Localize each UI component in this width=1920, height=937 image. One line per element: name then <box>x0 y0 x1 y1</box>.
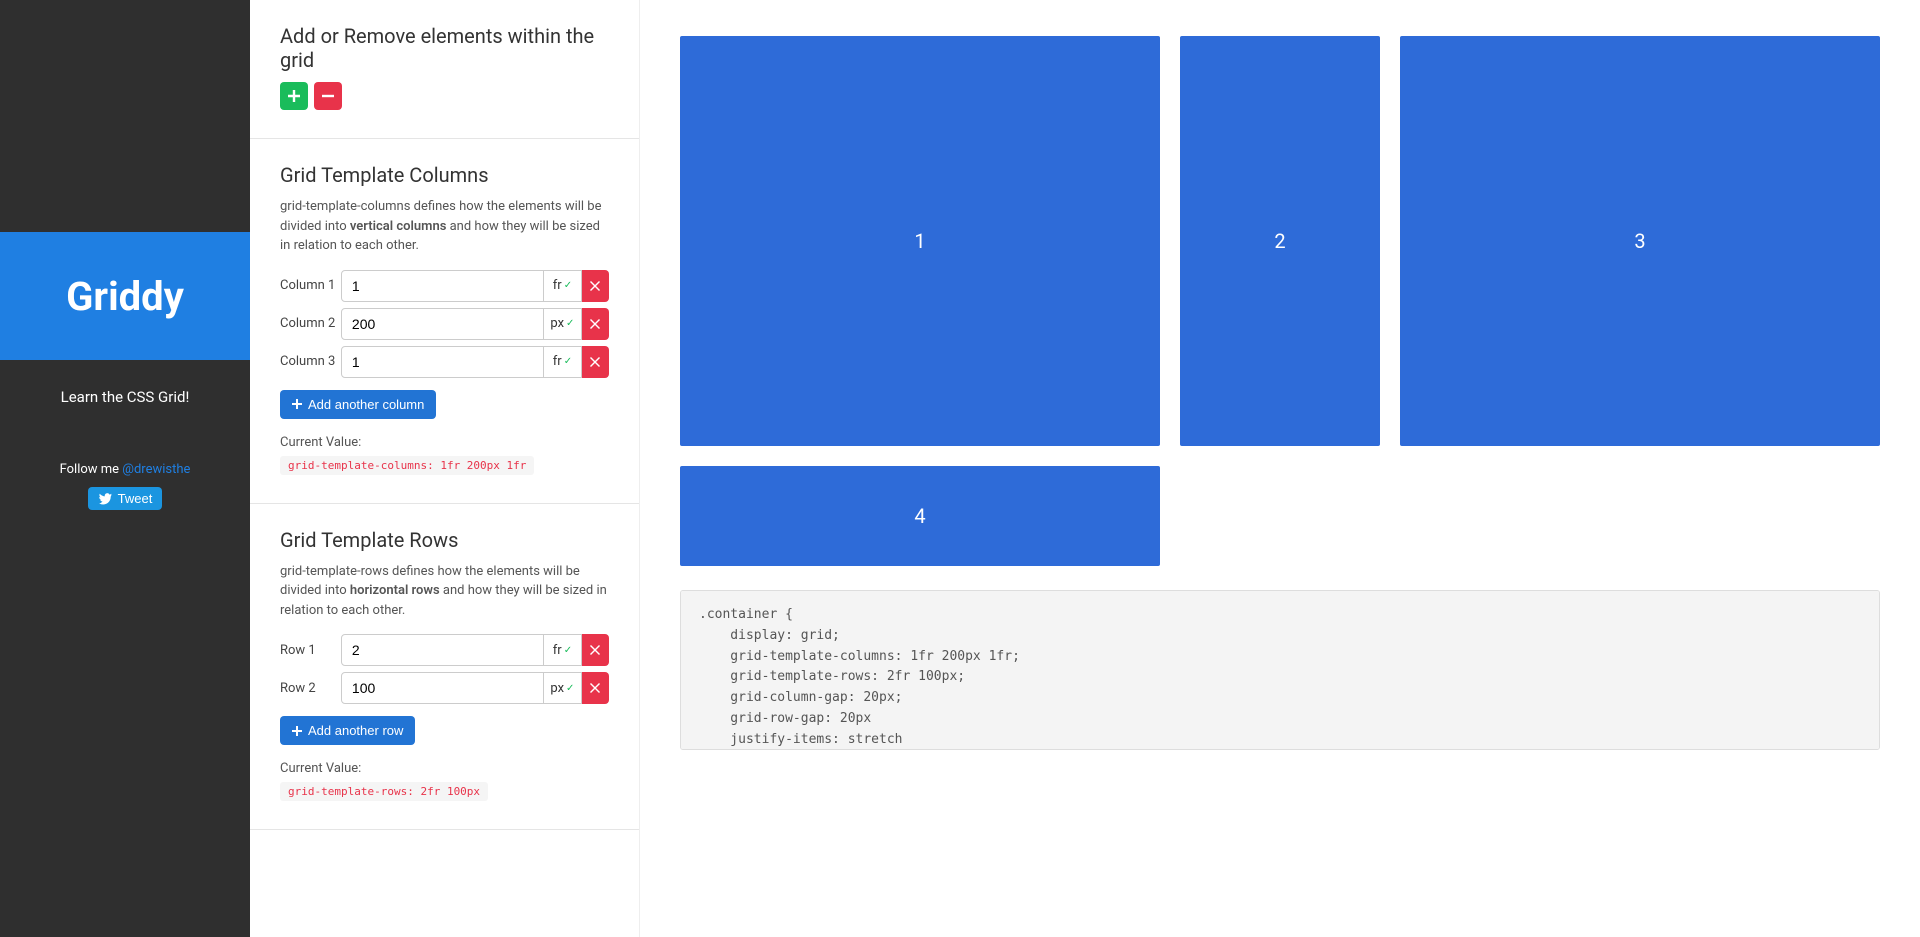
row-value-input[interactable] <box>341 634 544 666</box>
add-row-button[interactable]: Add another row <box>280 716 415 745</box>
x-icon <box>590 683 600 693</box>
column-unit-select[interactable]: fr✓ <box>544 270 582 302</box>
columns-current-code: grid-template-columns: 1fr 200px 1fr <box>280 456 534 475</box>
row-label: Row 2 <box>280 681 341 696</box>
rows-current-label: Current Value: <box>280 761 609 776</box>
column-unit-select[interactable]: px✓ <box>544 308 582 340</box>
columns-current-label: Current Value: <box>280 435 609 450</box>
controls-panel[interactable]: Add or Remove elements within the grid G… <box>250 0 640 937</box>
plus-icon <box>288 90 300 102</box>
column-label: Column 3 <box>280 354 341 369</box>
delete-row-button[interactable] <box>582 634 609 666</box>
grid-cell: 2 <box>1180 36 1380 446</box>
code-output[interactable]: .container { display: grid; grid-templat… <box>680 590 1880 750</box>
tweet-button[interactable]: Tweet <box>88 487 163 510</box>
unit-text: px <box>550 681 564 696</box>
columns-heading: Grid Template Columns <box>280 163 609 187</box>
row-unit-select[interactable]: fr✓ <box>544 634 582 666</box>
columns-section: Grid Template Columns grid-template-colu… <box>250 139 639 504</box>
column-value-input[interactable] <box>341 308 544 340</box>
rows-section: Grid Template Rows grid-template-rows de… <box>250 504 639 831</box>
column-row: Column 2 px✓ <box>280 308 609 340</box>
column-value-input[interactable] <box>341 270 544 302</box>
check-icon: ✓ <box>564 645 572 656</box>
add-column-button[interactable]: Add another column <box>280 390 436 419</box>
add-column-label: Add another column <box>308 397 424 412</box>
tweet-label: Tweet <box>118 491 153 506</box>
row-unit-select[interactable]: px✓ <box>544 672 582 704</box>
plus-icon <box>292 399 302 409</box>
rows-desc-strong: horizontal rows <box>350 583 440 598</box>
x-icon <box>590 319 600 329</box>
check-icon: ✓ <box>566 683 574 694</box>
x-icon <box>590 645 600 655</box>
row-row: Row 2 px✓ <box>280 672 609 704</box>
delete-column-button[interactable] <box>582 308 609 340</box>
add-remove-heading: Add or Remove elements within the grid <box>280 24 609 72</box>
unit-text: fr <box>553 278 562 293</box>
row-label: Row 1 <box>280 643 341 658</box>
add-remove-section: Add or Remove elements within the grid <box>250 0 639 139</box>
delete-row-button[interactable] <box>582 672 609 704</box>
brand-block: Griddy <box>0 232 250 360</box>
rows-heading: Grid Template Rows <box>280 528 609 552</box>
follow-handle-link[interactable]: @drewisthe <box>122 462 190 477</box>
grid-preview: 1 2 3 4 <box>680 36 1880 566</box>
plus-icon <box>292 726 302 736</box>
grid-cell: 4 <box>680 466 1160 566</box>
row-value-input[interactable] <box>341 672 544 704</box>
column-row: Column 3 fr✓ <box>280 346 609 378</box>
follow-prefix: Follow me <box>60 462 123 477</box>
add-element-button[interactable] <box>280 82 308 110</box>
unit-text: fr <box>553 354 562 369</box>
twitter-icon <box>98 492 112 506</box>
tagline: Learn the CSS Grid! <box>0 388 250 406</box>
add-row-label: Add another row <box>308 723 403 738</box>
row-row: Row 1 fr✓ <box>280 634 609 666</box>
follow-line: Follow me @drewisthe <box>0 462 250 477</box>
grid-cell: 3 <box>1400 36 1880 446</box>
delete-column-button[interactable] <box>582 270 609 302</box>
remove-element-button[interactable] <box>314 82 342 110</box>
rows-current-code: grid-template-rows: 2fr 100px <box>280 782 488 801</box>
unit-text: fr <box>553 643 562 658</box>
x-icon <box>590 357 600 367</box>
column-row: Column 1 fr✓ <box>280 270 609 302</box>
column-label: Column 2 <box>280 316 341 331</box>
grid-cell: 1 <box>680 36 1160 446</box>
unit-text: px <box>550 316 564 331</box>
sidebar: Griddy Learn the CSS Grid! Follow me @dr… <box>0 0 250 937</box>
column-value-input[interactable] <box>341 346 544 378</box>
columns-desc: grid-template-columns defines how the el… <box>280 197 609 256</box>
delete-column-button[interactable] <box>582 346 609 378</box>
preview-panel: 1 2 3 4 .container { display: grid; grid… <box>640 0 1920 937</box>
x-icon <box>590 281 600 291</box>
check-icon: ✓ <box>566 318 574 329</box>
check-icon: ✓ <box>564 356 572 367</box>
rows-desc: grid-template-rows defines how the eleme… <box>280 562 609 621</box>
app-root: Griddy Learn the CSS Grid! Follow me @dr… <box>0 0 1920 937</box>
column-unit-select[interactable]: fr✓ <box>544 346 582 378</box>
sidebar-spacer <box>0 0 250 232</box>
column-label: Column 1 <box>280 278 341 293</box>
minus-icon <box>322 90 334 102</box>
columns-desc-strong: vertical columns <box>350 219 447 234</box>
check-icon: ✓ <box>564 280 572 291</box>
brand-title: Griddy <box>66 273 184 320</box>
